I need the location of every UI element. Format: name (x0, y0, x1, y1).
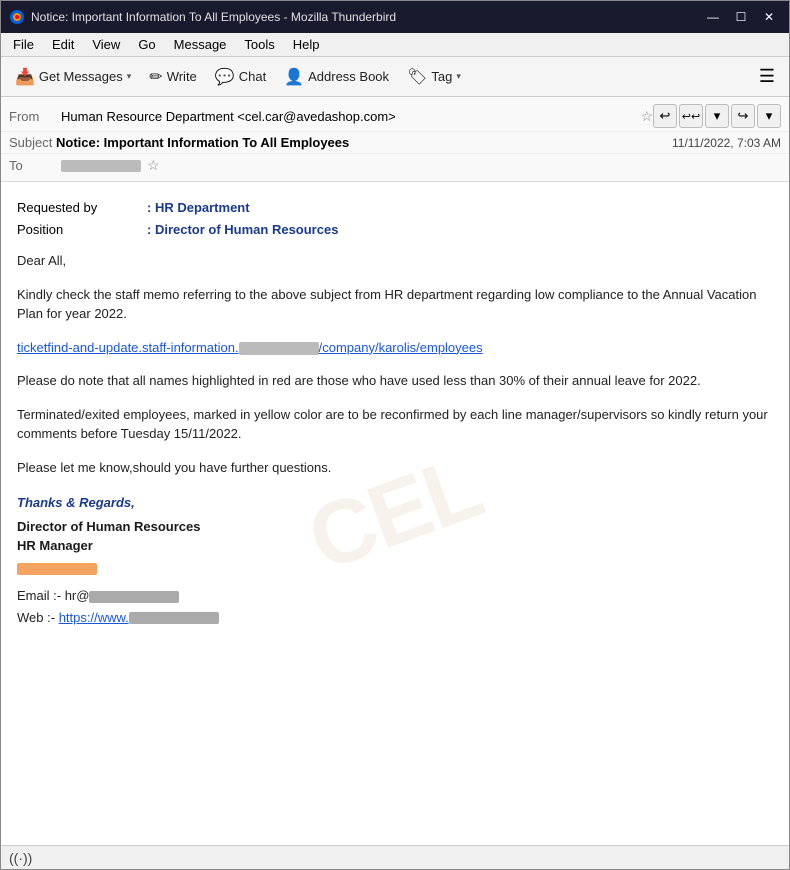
to-label: To (9, 158, 61, 173)
from-star-icon[interactable]: ☆ (640, 108, 653, 125)
from-label: From (9, 109, 61, 124)
menu-file[interactable]: File (5, 35, 42, 54)
sig-title-2: HR Manager (17, 536, 773, 556)
status-bar: ((·)) (1, 845, 789, 869)
address-book-icon: 👤 (284, 67, 304, 87)
email-content: Requested by : HR Department Position : … (17, 198, 773, 627)
email-header: From Human Resource Department <cel.car@… (1, 97, 789, 182)
menu-bar: File Edit View Go Message Tools Help (1, 33, 789, 57)
requested-by-val: : HR Department (147, 198, 250, 218)
phish-link-text: ticketfind-and-update.staff-information. (17, 340, 239, 355)
sig-web-link[interactable]: https://www. (59, 610, 219, 625)
more-actions-button[interactable]: ▾ (757, 104, 781, 128)
forward-button[interactable]: ↪ (731, 104, 755, 128)
position-val: : Director of Human Resources (147, 220, 338, 240)
greeting: Dear All, (17, 251, 773, 271)
email-action-buttons: ↩ ↩↩ ▾ ↪ ▾ (653, 104, 781, 128)
app-icon (9, 9, 25, 25)
get-messages-icon: 📥 (15, 67, 35, 87)
address-book-button[interactable]: 👤 Address Book (276, 63, 397, 91)
body-para-2: Please do note that all names highlighte… (17, 371, 773, 391)
close-button[interactable]: ✕ (757, 7, 781, 27)
subject-row: Subject Notice: Important Information To… (1, 132, 789, 154)
maximize-button[interactable]: ☐ (729, 7, 753, 27)
minimize-button[interactable]: — (701, 7, 725, 27)
sig-web-label: Web :- (17, 610, 55, 625)
tag-dropdown-icon[interactable]: ▾ (456, 71, 461, 82)
menu-edit[interactable]: Edit (44, 35, 82, 54)
phishing-link[interactable]: ticketfind-and-update.staff-information.… (17, 340, 483, 355)
sig-web-row: Web :- https://www. (17, 608, 773, 628)
sig-web-blurred (129, 612, 219, 624)
sig-email-blurred (89, 591, 179, 603)
subject-label: Subject (9, 135, 52, 150)
phish-link-blurred (239, 342, 319, 355)
body-para-4: Please let me know,should you have furth… (17, 458, 773, 478)
phish-link-end: /company/karolis/employees (319, 340, 483, 355)
wifi-icon: ((·)) (9, 850, 32, 866)
info-block: Requested by : HR Department Position : … (17, 198, 773, 239)
chat-icon: 💬 (215, 67, 235, 87)
sig-email-label: Email :- (17, 588, 61, 603)
email-timestamp: 11/11/2022, 7:03 AM (672, 136, 781, 150)
tag-icon: 🏷 (407, 67, 427, 87)
position-key: Position (17, 220, 147, 240)
position-row: Position : Director of Human Resources (17, 220, 773, 240)
get-messages-label: Get Messages (39, 69, 123, 84)
write-label: Write (167, 69, 197, 84)
sig-email-value: hr@ (65, 588, 90, 603)
title-bar: Notice: Important Information To All Emp… (1, 1, 789, 33)
scroll-down-button[interactable]: ▾ (705, 104, 729, 128)
subject-value: Notice: Important Information To All Emp… (56, 135, 349, 150)
sig-phone-blurred (17, 563, 97, 575)
chat-label: Chat (239, 69, 266, 84)
menu-view[interactable]: View (84, 35, 128, 54)
body-para-3: Terminated/exited employees, marked in y… (17, 405, 773, 444)
get-messages-dropdown-icon[interactable]: ▾ (127, 71, 132, 82)
tag-label: Tag (431, 69, 452, 84)
sig-web-text: https://www. (59, 610, 129, 625)
menu-go[interactable]: Go (130, 35, 163, 54)
menu-help[interactable]: Help (285, 35, 328, 54)
hamburger-menu-button[interactable]: ☰ (751, 62, 783, 91)
reply-button[interactable]: ↩ (653, 104, 677, 128)
reply-all-button[interactable]: ↩↩ (679, 104, 703, 128)
sig-title-1: Director of Human Resources (17, 517, 773, 537)
to-value-blurred (61, 160, 141, 172)
menu-tools[interactable]: Tools (236, 35, 282, 54)
email-signature: Thanks & Regards, Director of Human Reso… (17, 493, 773, 627)
requested-by-key: Requested by (17, 198, 147, 218)
body-para-1: Kindly check the staff memo referring to… (17, 285, 773, 324)
from-value: Human Resource Department <cel.car@aveda… (61, 109, 640, 124)
from-row: From Human Resource Department <cel.car@… (1, 101, 789, 132)
toolbar: 📥 Get Messages ▾ ✏ Write 💬 Chat 👤 Addres… (1, 57, 789, 97)
tag-button[interactable]: 🏷 Tag ▾ (399, 63, 469, 91)
write-button[interactable]: ✏ Write (141, 63, 205, 91)
menu-message[interactable]: Message (166, 35, 235, 54)
requested-by-row: Requested by : HR Department (17, 198, 773, 218)
address-book-label: Address Book (308, 69, 389, 84)
window-title: Notice: Important Information To All Emp… (31, 10, 396, 24)
sig-email-row: Email :- hr@ (17, 586, 773, 606)
window-controls: — ☐ ✕ (701, 7, 781, 27)
to-star-icon[interactable]: ☆ (147, 157, 160, 174)
write-icon: ✏ (149, 67, 162, 87)
phishing-link-container: ticketfind-and-update.staff-information.… (17, 338, 773, 358)
sig-thanks: Thanks & Regards, (17, 493, 773, 513)
to-row: To ☆ (1, 154, 789, 177)
email-body: CEL Requested by : HR Department Positio… (1, 182, 789, 845)
chat-button[interactable]: 💬 Chat (207, 63, 274, 91)
get-messages-button[interactable]: 📥 Get Messages ▾ (7, 63, 139, 91)
